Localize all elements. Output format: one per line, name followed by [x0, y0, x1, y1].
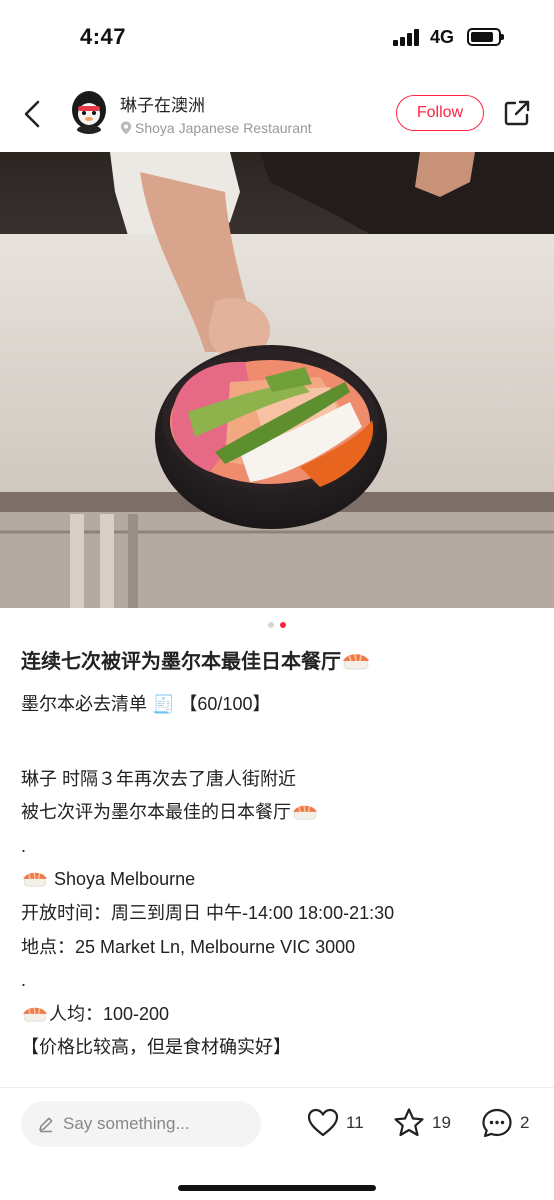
body-line-6: 地点：25 Market Ln, Melbourne VIC 3000: [21, 936, 356, 957]
carousel-dot-active[interactable]: [280, 622, 286, 628]
body-line-5: 开放时间：周三到周日 中午-14:00 18:00-21:30: [21, 902, 395, 923]
home-indicator[interactable]: [178, 1185, 376, 1191]
heart-icon: [307, 1108, 339, 1137]
post-title-text: 连续七次被评为墨尔本最佳日本餐厅: [21, 651, 341, 673]
post-header: 琳子在澳洲 Shoya Japanese Restaurant Follow: [0, 74, 554, 152]
body-line-7: .: [21, 970, 27, 991]
like-count: 11: [346, 1113, 364, 1132]
body-line-3: .: [21, 835, 27, 856]
body-line-2: 被七次评为墨尔本最佳的日本餐厅: [21, 796, 536, 830]
location-label: Shoya Japanese Restaurant: [135, 120, 312, 136]
post-subtitle: 墨尔本必去清单 🧾 【60/100】: [21, 694, 271, 714]
sushi-emoji: [293, 805, 317, 820]
star-icon: [394, 1108, 424, 1137]
favorite-count: 19: [432, 1113, 451, 1132]
post-content: 连续七次被评为墨尔本最佳日本餐厅 墨尔本必去清单 🧾 【60/100】 琳子 时…: [21, 646, 536, 1065]
back-arrow-icon: [24, 100, 40, 128]
avatar[interactable]: [66, 88, 112, 134]
share-icon: [504, 100, 530, 126]
comment-icon: [482, 1108, 512, 1138]
favorite-button[interactable]: 19: [392, 1106, 451, 1140]
status-time: 4:47: [80, 24, 127, 49]
sushi-emoji: [23, 1007, 47, 1022]
like-button[interactable]: 11: [306, 1106, 364, 1140]
comment-count: 2: [520, 1113, 530, 1132]
carousel-dot[interactable]: [268, 622, 274, 628]
location-pin-icon: [120, 121, 132, 135]
bottom-action-bar: Say something... 11 19 2: [0, 1087, 554, 1200]
network-label: 4G: [430, 27, 455, 47]
post-image[interactable]: [0, 152, 554, 608]
post-title: 连续七次被评为墨尔本最佳日本餐厅: [21, 646, 536, 678]
share-button[interactable]: [502, 98, 532, 128]
sushi-emoji: [23, 872, 47, 888]
comment-input[interactable]: Say something...: [21, 1101, 261, 1147]
carousel-indicator: [0, 622, 554, 628]
follow-button[interactable]: Follow: [396, 95, 484, 131]
body-line-8: 人均：100-200: [21, 998, 536, 1032]
body-line-4: Shoya Melbourne: [21, 863, 536, 897]
pen-icon: [39, 1117, 53, 1133]
location-tag[interactable]: Shoya Japanese Restaurant: [120, 120, 312, 136]
body-line-9: 【价格比较高，但是食材确实好】: [21, 1037, 291, 1058]
sushi-emoji: [343, 653, 369, 670]
comment-button[interactable]: 2: [480, 1106, 529, 1140]
status-bar: 4:47 4G: [0, 0, 554, 74]
back-button[interactable]: [18, 94, 48, 134]
signal-icon: [393, 29, 421, 46]
body-line-1: 琳子 时隔３年再次去了唐人街附近: [21, 768, 296, 789]
battery-icon: [467, 28, 504, 46]
comment-placeholder: Say something...: [63, 1114, 190, 1133]
author-name[interactable]: 琳子在澳洲: [120, 91, 205, 116]
